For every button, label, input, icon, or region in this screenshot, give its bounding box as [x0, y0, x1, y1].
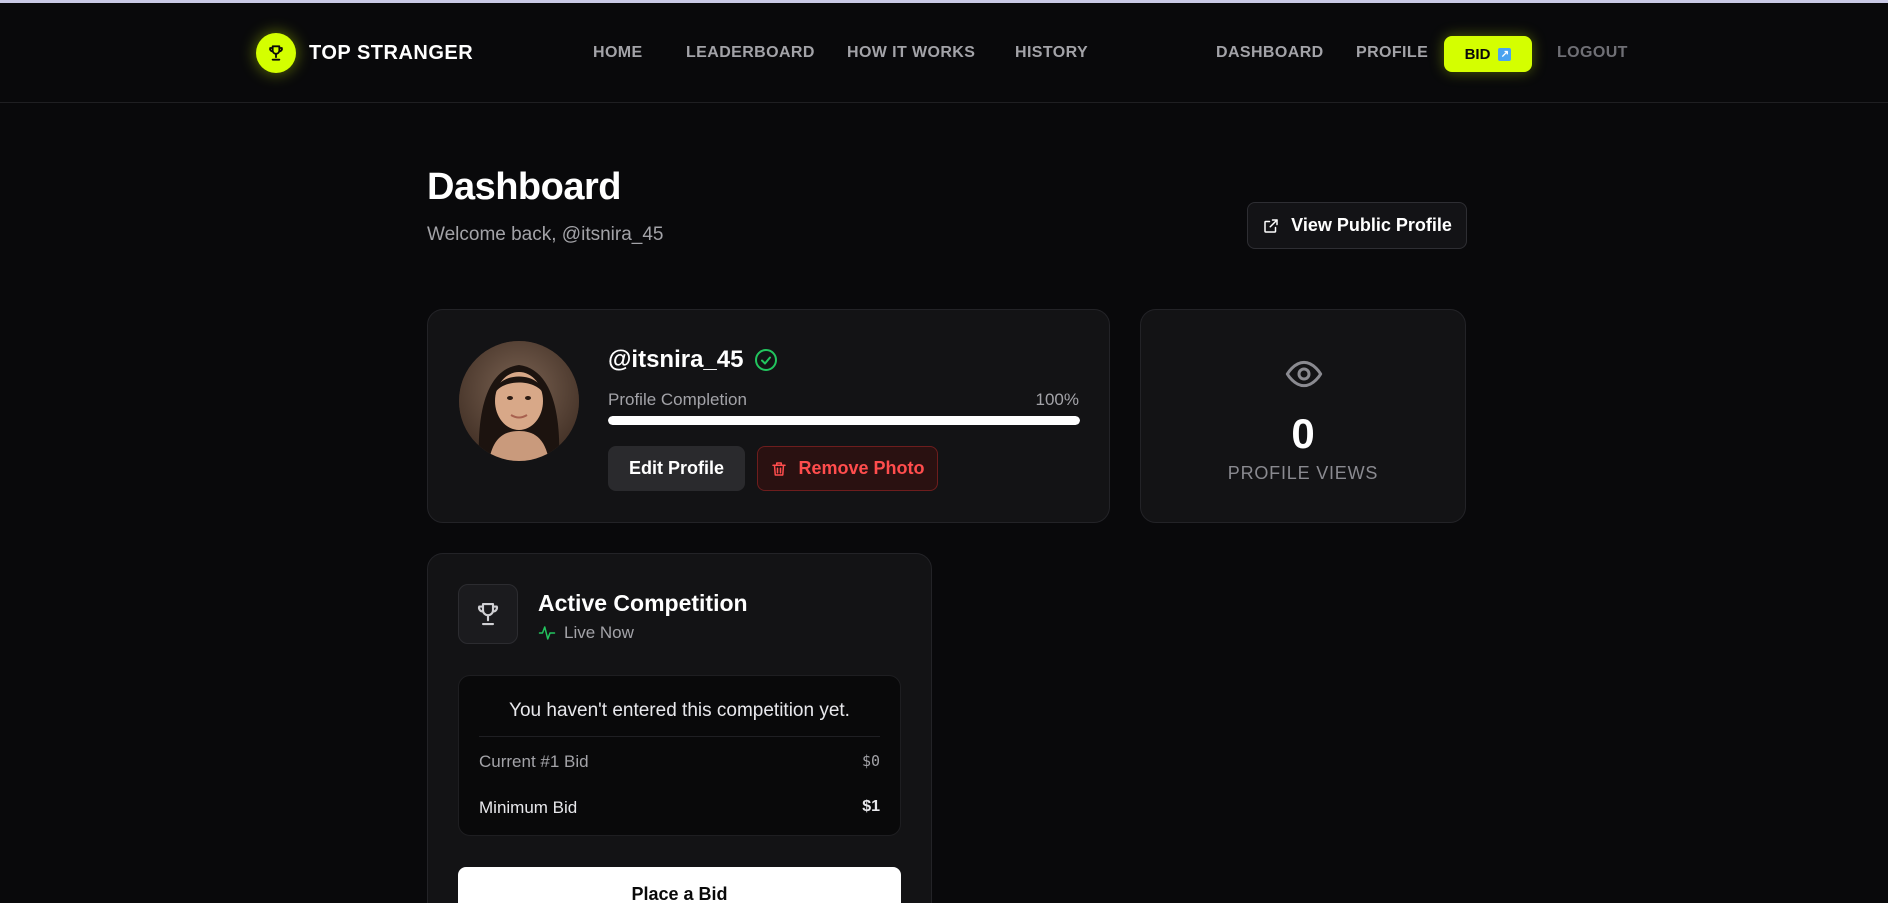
avatar	[459, 341, 579, 461]
view-public-profile-label: View Public Profile	[1291, 215, 1452, 235]
profile-username-row: @itsnira_45	[608, 346, 778, 374]
active-competition-card: Active Competition Live Now You haven't …	[427, 553, 932, 903]
profile-views-count: 0	[1291, 410, 1315, 457]
activity-icon	[538, 626, 556, 640]
bid-button-label: BID	[1464, 45, 1491, 63]
remove-photo-button[interactable]: Remove Photo	[757, 446, 938, 491]
profile-views-label: PROFILE VIEWS	[1227, 463, 1379, 483]
profile-completion-fill	[608, 416, 1080, 425]
external-link-icon: ↗	[1498, 47, 1512, 61]
nav-how-it-works[interactable]: HOW IT WORKS	[847, 44, 975, 62]
current-top-bid-label: Current #1 Bid	[479, 752, 589, 771]
edit-profile-button[interactable]: Edit Profile	[608, 446, 745, 491]
nav-logout[interactable]: LOGOUT	[1557, 44, 1628, 62]
profile-views-card: 0 PROFILE VIEWS	[1140, 309, 1466, 523]
trophy-logo-icon	[256, 33, 296, 73]
place-bid-button[interactable]: Place a Bid	[458, 867, 901, 903]
trophy-icon	[458, 584, 518, 644]
minimum-bid-value: $1	[862, 798, 880, 815]
profile-completion-bar	[608, 416, 1080, 425]
divider	[479, 736, 880, 737]
trash-icon	[772, 461, 787, 476]
profile-card: @itsnira_45 Profile Completion 100% Edit…	[427, 309, 1110, 523]
top-nav: TOP STRANGER HOME LEADERBOARD HOW IT WOR…	[0, 3, 1888, 103]
nav-history[interactable]: HISTORY	[1015, 44, 1088, 62]
competition-title: Active Competition	[538, 590, 748, 616]
profile-completion-label: Profile Completion	[608, 390, 747, 409]
brand[interactable]: TOP STRANGER	[256, 33, 473, 73]
competition-details: You haven't entered this competition yet…	[458, 675, 901, 836]
external-link-icon	[1264, 218, 1278, 233]
nav-leaderboard[interactable]: LEADERBOARD	[686, 44, 815, 62]
nav-profile[interactable]: PROFILE	[1356, 44, 1428, 62]
verified-check-icon	[755, 349, 778, 371]
current-top-bid-value: $0	[861, 752, 880, 770]
nav-home[interactable]: HOME	[593, 44, 643, 62]
brand-name: TOP STRANGER	[309, 41, 474, 64]
minimum-bid-label: Minimum Bid	[479, 798, 578, 817]
bid-button[interactable]: BID ↗	[1444, 36, 1532, 72]
profile-completion-value: 100%	[1035, 390, 1079, 409]
place-bid-label: Place a Bid	[631, 884, 728, 903]
welcome-text: Welcome back, @itsnira_45	[427, 224, 664, 245]
remove-photo-label: Remove Photo	[798, 458, 925, 478]
eye-icon	[1285, 360, 1323, 388]
profile-username: @itsnira_45	[608, 346, 744, 373]
competition-status-label: Live Now	[564, 623, 634, 642]
view-public-profile-button[interactable]: View Public Profile	[1247, 202, 1467, 249]
edit-profile-label: Edit Profile	[628, 458, 724, 478]
competition-status: Live Now	[538, 623, 634, 643]
nav-dashboard[interactable]: DASHBOARD	[1216, 44, 1324, 62]
competition-message: You haven't entered this competition yet…	[509, 700, 850, 721]
page-title: Dashboard	[427, 166, 621, 208]
